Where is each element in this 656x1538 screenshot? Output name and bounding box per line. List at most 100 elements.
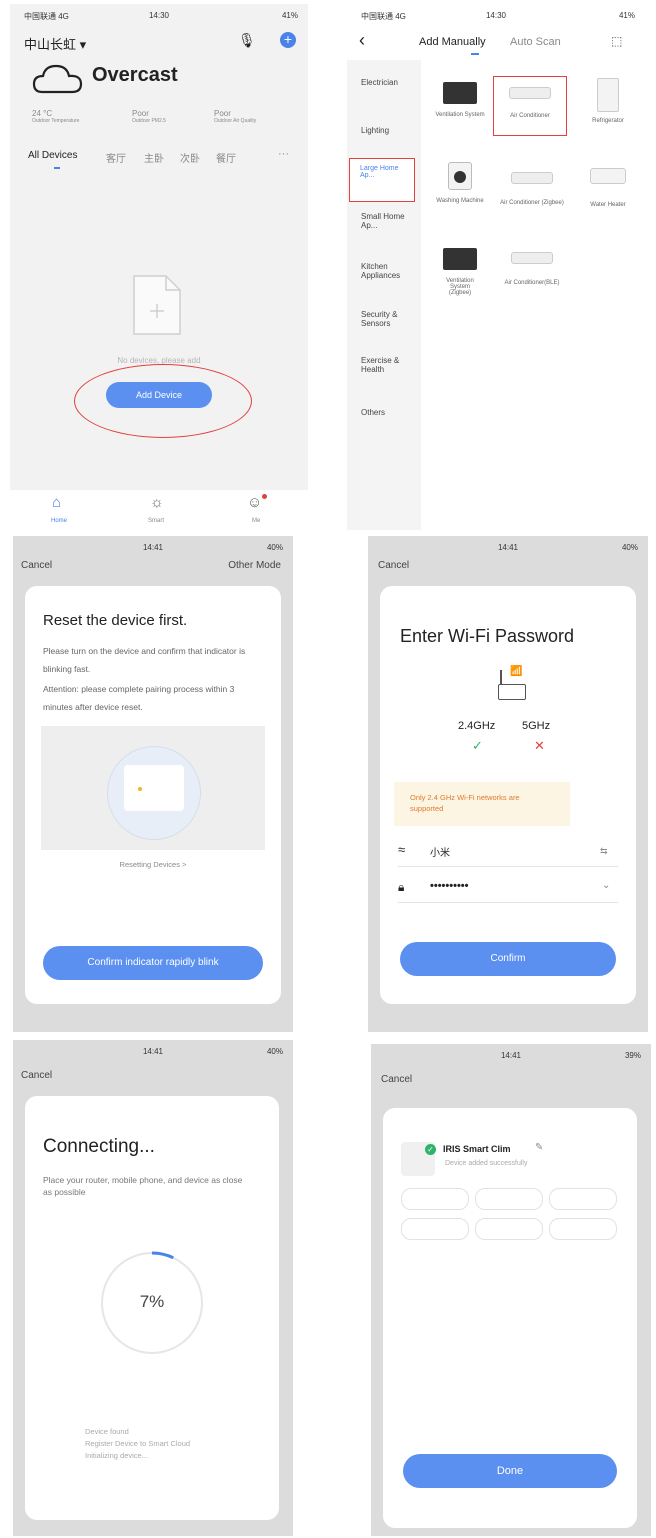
device-name: IRIS Smart Clim xyxy=(443,1144,511,1154)
device-circle xyxy=(107,746,201,840)
other-mode-button[interactable]: Other Mode xyxy=(228,560,281,571)
stat-value: Poor xyxy=(214,109,231,118)
reset-illustration xyxy=(41,726,265,850)
more-tabs-icon[interactable]: ··· xyxy=(278,148,289,160)
ssid-field[interactable]: 小米 xyxy=(430,844,450,859)
category-security[interactable]: Security & Sensors xyxy=(361,310,411,328)
battery: 41% xyxy=(281,11,298,20)
category-small-home-appliances[interactable]: Small Home Ap... xyxy=(361,212,411,230)
notice-text: Only 2.4 GHz Wi-Fi networks are supporte… xyxy=(410,793,520,813)
battery: 40% xyxy=(266,1047,283,1056)
category-electrician[interactable]: Electrician xyxy=(361,78,398,87)
wifi-network-icon: ≈ xyxy=(398,842,406,857)
microphone-icon[interactable]: 🎙 xyxy=(238,32,256,49)
divider xyxy=(398,902,618,903)
category-large-home-appliances[interactable]: Large Home Ap... xyxy=(349,158,415,202)
category-exercise[interactable]: Exercise & Health xyxy=(361,356,411,374)
device-label: Air Conditioner (Zigbee) xyxy=(500,200,564,206)
category-others[interactable]: Others xyxy=(361,408,385,417)
notification-dot xyxy=(262,494,267,499)
category-sidebar: Electrician Lighting Large Home Ap... Sm… xyxy=(347,60,421,530)
add-device-screen: 中国联通 4G 14:30 41% ‹ Add Manually Auto Sc… xyxy=(347,4,645,530)
device-label: Air Conditioner xyxy=(510,113,550,119)
device-air-conditioner-zigbee[interactable]: Air Conditioner (Zigbee) xyxy=(497,172,567,232)
nav-me[interactable]: Me xyxy=(252,518,260,524)
room-chip[interactable] xyxy=(475,1218,543,1240)
battery: 40% xyxy=(621,543,638,552)
device-added-screen: 14:41 39% Cancel ✓ IRIS Smart Clim ✎ Dev… xyxy=(371,1044,651,1536)
nav-home[interactable]: Home xyxy=(51,518,67,524)
status-bar: 14:41 40% xyxy=(368,536,648,558)
cancel-button[interactable]: Cancel xyxy=(381,1074,412,1085)
room-chip[interactable] xyxy=(549,1218,617,1240)
switch-network-icon[interactable]: ⇆ xyxy=(600,846,608,857)
connecting-screen: 14:41 40% Cancel Connecting... Place you… xyxy=(13,1040,293,1536)
ventilation-icon xyxy=(443,82,477,104)
cancel-button[interactable]: Cancel xyxy=(378,560,409,571)
tab-room[interactable]: 次卧 xyxy=(180,150,200,165)
device-ventilation-zigbee[interactable]: Ventilation System (Zigbee) xyxy=(427,248,493,318)
resetting-devices-link[interactable]: Resetting Devices > xyxy=(25,860,281,869)
device-added-card: ✓ IRIS Smart Clim ✎ Device added success… xyxy=(383,1108,637,1528)
page-title: Enter Wi-Fi Password xyxy=(400,626,575,646)
room-chip[interactable] xyxy=(475,1188,543,1210)
add-device-button[interactable]: Add Device xyxy=(106,382,212,408)
device-air-conditioner[interactable]: Air Conditioner xyxy=(493,76,567,136)
page-title: Reset the device first. xyxy=(43,612,188,629)
battery: 41% xyxy=(618,11,635,20)
stat-label: Outdoor Air Quality xyxy=(214,118,257,124)
room-chip[interactable] xyxy=(401,1218,469,1240)
add-plus-icon[interactable]: + xyxy=(280,32,296,48)
status-bar: 中国联通 4G 14:30 41% xyxy=(347,4,645,26)
room-chip[interactable] xyxy=(549,1188,617,1210)
category-lighting[interactable]: Lighting xyxy=(361,126,389,135)
cancel-button[interactable]: Cancel xyxy=(21,1070,52,1081)
wifi-icon: 📶 xyxy=(510,666,523,677)
tab-add-manually[interactable]: Add Manually xyxy=(419,36,486,48)
nav-smart[interactable]: Smart xyxy=(148,518,164,524)
tab-auto-scan[interactable]: Auto Scan xyxy=(510,36,561,48)
location-selector[interactable]: 中山长虹 ▾ xyxy=(24,34,86,53)
device-refrigerator[interactable]: Refrigerator xyxy=(575,78,641,144)
confirm-button[interactable]: Confirm xyxy=(400,942,616,976)
device-water-heater[interactable]: Water Heater xyxy=(573,168,643,228)
tab-room[interactable]: 主卧 xyxy=(144,150,164,165)
reset-device-screen: 14:41 40% Cancel Other Mode Reset the de… xyxy=(13,536,293,1032)
back-icon[interactable]: ‹ xyxy=(359,30,365,51)
stat-label: Outdoor PM2.5 xyxy=(132,118,166,124)
tab-all-devices[interactable]: All Devices xyxy=(28,150,77,161)
bottom-nav: ⌂ Home ☼ Smart ☺ Me xyxy=(10,490,308,530)
scan-icon[interactable]: ⬚ xyxy=(611,34,622,48)
clock: 14:41 xyxy=(497,543,519,552)
room-chip[interactable] xyxy=(401,1188,469,1210)
clock: 14:30 xyxy=(485,11,507,20)
tab-room[interactable]: 客厅 xyxy=(106,150,126,165)
stat-value: 24 °C xyxy=(32,109,53,118)
device-washing-machine[interactable]: Washing Machine xyxy=(425,162,495,222)
device-body xyxy=(124,765,184,811)
chevron-down-icon[interactable]: ⌄ xyxy=(602,880,610,891)
confirm-blink-button[interactable]: Confirm indicator rapidly blink xyxy=(43,946,263,980)
cancel-button[interactable]: Cancel xyxy=(21,560,52,571)
active-tab-indicator xyxy=(471,53,479,55)
device-ventilation[interactable]: Ventilation System xyxy=(427,82,493,148)
edit-icon[interactable]: ✎ xyxy=(535,1142,543,1153)
home-icon[interactable]: ⌂ xyxy=(52,494,61,511)
password-field[interactable]: •••••••••• xyxy=(430,880,469,892)
device-air-conditioner-ble[interactable]: Air Conditioner(BLE) xyxy=(497,252,567,312)
router-icon xyxy=(498,684,526,700)
sun-icon[interactable]: ☼ xyxy=(150,494,164,511)
profile-icon[interactable]: ☺ xyxy=(247,494,262,511)
stat-air-quality: Poor Outdoor Air Quality xyxy=(214,109,256,124)
home-screen: 中国联通 4G 14:30 41% 中山长虹 ▾ 🎙 + Overcast 24… xyxy=(10,4,308,530)
done-button[interactable]: Done xyxy=(403,1454,617,1488)
washer-door xyxy=(454,171,466,183)
reset-card: Reset the device first. Please turn on t… xyxy=(25,586,281,1004)
category-kitchen[interactable]: Kitchen Appliances xyxy=(361,262,417,280)
cloud-icon xyxy=(32,64,83,94)
blinking-indicator xyxy=(138,787,142,791)
category-label: Large Home Ap... xyxy=(360,165,399,179)
tab-room[interactable]: 餐厅 xyxy=(216,150,236,165)
clock: 14:41 xyxy=(142,543,164,552)
connecting-instruction: Place your router, mobile phone, and dev… xyxy=(43,1175,243,1197)
